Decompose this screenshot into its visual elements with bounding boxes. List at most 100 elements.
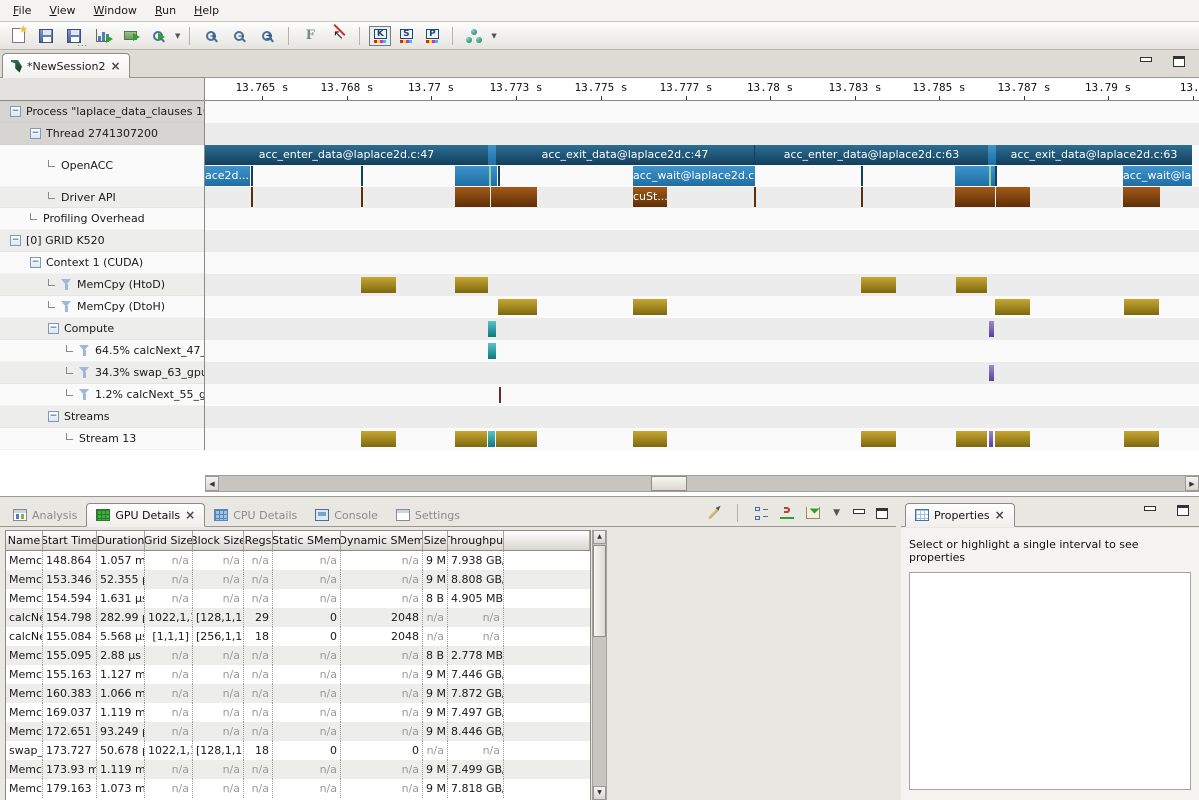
session-tab-close-icon[interactable]: × bbox=[110, 59, 120, 73]
timeline-interval[interactable]: ace2d.... bbox=[205, 166, 250, 186]
collapse-icon[interactable]: − bbox=[30, 257, 41, 268]
reset-zoom-icon[interactable]: ↖ bbox=[326, 25, 350, 47]
minimize-icon[interactable] bbox=[1143, 505, 1155, 515]
save-icon[interactable] bbox=[34, 25, 58, 47]
scroll-left-icon[interactable]: ◀ bbox=[205, 476, 219, 491]
column-header-grid-size[interactable]: Grid Size bbox=[145, 531, 193, 550]
tree-row[interactable]: −[0] GRID K520 bbox=[0, 230, 204, 252]
scroll-thumb[interactable] bbox=[593, 545, 606, 637]
timeline-interval[interactable] bbox=[361, 166, 363, 186]
menu-view[interactable]: View bbox=[40, 1, 84, 20]
tree-row[interactable]: −Context 1 (CUDA) bbox=[0, 252, 204, 274]
timeline-interval[interactable] bbox=[956, 431, 987, 447]
timeline-horizontal-scrollbar[interactable]: ◀ ▶ bbox=[205, 475, 1199, 492]
table-row[interactable]: Memcp173.93 ms1.119 msn/an/an/an/an/a9 M… bbox=[6, 760, 590, 779]
tree-row[interactable]: Driver API bbox=[0, 187, 204, 208]
minimize-icon[interactable] bbox=[852, 508, 864, 518]
process-button[interactable]: P bbox=[421, 26, 443, 46]
timeline-interval[interactable] bbox=[955, 187, 995, 207]
highlight-pencil-icon[interactable] bbox=[708, 507, 719, 518]
timeline-interval[interactable] bbox=[488, 145, 496, 165]
table-row[interactable]: Memcp169.037 ms1.119 msn/an/an/an/an/a9 … bbox=[6, 703, 590, 722]
timeline-interval[interactable] bbox=[861, 277, 896, 293]
column-header-dynamic-smem[interactable]: Dynamic SMem bbox=[341, 531, 423, 550]
timeline-interval[interactable] bbox=[488, 321, 496, 337]
timeline-interval[interactable] bbox=[455, 277, 488, 293]
table-header[interactable]: NameStart TimeDurationGrid SizeBlock Siz… bbox=[6, 531, 590, 551]
menu-run[interactable]: Run bbox=[146, 1, 185, 20]
run-zoom-caret-icon[interactable]: ▼ bbox=[175, 32, 180, 40]
timeline-interval[interactable] bbox=[955, 166, 989, 186]
timeline-interval[interactable] bbox=[861, 187, 863, 207]
timeline-interval[interactable] bbox=[989, 365, 994, 381]
properties-tab-close-icon[interactable]: × bbox=[995, 508, 1005, 522]
timeline-interval[interactable] bbox=[498, 299, 537, 315]
table-row[interactable]: Memcp179.163 ms1.073 msn/an/an/an/an/a9 … bbox=[6, 779, 590, 798]
tree-row[interactable]: Stream 13 bbox=[0, 428, 204, 450]
table-row[interactable]: Memcp154.594 ms1.631 µsn/an/an/an/an/a8 … bbox=[6, 589, 590, 608]
table-row[interactable]: Memcp172.651 ms93.249 µsn/an/an/an/an/a9… bbox=[6, 722, 590, 741]
zoom-fit-icon[interactable]: ± bbox=[255, 25, 279, 47]
column-header-duration[interactable]: Duration bbox=[97, 531, 145, 550]
tree-row[interactable]: 1.2% calcNext_55_g... bbox=[0, 384, 204, 406]
collapse-icon[interactable]: − bbox=[48, 411, 59, 422]
timeline-interval[interactable]: cuSt... bbox=[633, 187, 667, 207]
collapse-icon[interactable]: − bbox=[30, 128, 41, 139]
step-icon[interactable] bbox=[780, 507, 794, 520]
table-row[interactable]: calcNe154.798 ms282.99 µs1022,1,1][128,1… bbox=[6, 608, 590, 627]
run-details-icon[interactable] bbox=[118, 25, 142, 47]
zoom-in-icon[interactable]: + bbox=[199, 25, 223, 47]
maximize-icon[interactable] bbox=[1177, 505, 1189, 516]
column-header-block-size[interactable]: Block Size bbox=[193, 531, 244, 550]
tree-row[interactable]: OpenACC bbox=[0, 145, 204, 187]
timeline-interval[interactable] bbox=[988, 145, 996, 165]
timeline-interval[interactable] bbox=[989, 321, 994, 337]
tree-row[interactable]: −Thread 2741307200 bbox=[0, 123, 204, 145]
save-all-icon[interactable]: ... bbox=[62, 25, 86, 47]
column-header-throughput[interactable]: Throughput bbox=[448, 531, 504, 550]
timeline-interval[interactable] bbox=[488, 431, 495, 447]
tab-cpu-details[interactable]: CPU Details bbox=[205, 503, 306, 527]
timeline-interval[interactable] bbox=[633, 299, 667, 315]
table-row[interactable]: calcNe155.084 ms5.568 µs[1,1,1][256,1,1]… bbox=[6, 627, 590, 646]
tree-row[interactable]: −Process "laplace_data_clauses 10... bbox=[0, 101, 204, 123]
timeline-interval[interactable] bbox=[633, 431, 667, 447]
timeline-interval[interactable] bbox=[455, 431, 487, 447]
table-vertical-scrollbar[interactable]: ▲ ▼ bbox=[592, 530, 607, 800]
collapse-icon[interactable]: − bbox=[10, 106, 21, 117]
timeline-interval[interactable] bbox=[1124, 431, 1159, 447]
timeline-interval[interactable] bbox=[496, 431, 537, 447]
view-menu-icon[interactable]: ▼ bbox=[833, 508, 840, 518]
session-tab[interactable]: *NewSession2 × bbox=[2, 53, 130, 78]
run-zoom-icon[interactable] bbox=[146, 25, 170, 47]
timeline-interval[interactable] bbox=[498, 166, 500, 186]
tab-properties[interactable]: Properties × bbox=[905, 503, 1015, 527]
table-row[interactable]: swap_6173.727 ms50.678 µs1022,1,1][128,1… bbox=[6, 741, 590, 760]
minimize-icon[interactable] bbox=[1139, 56, 1151, 66]
layout-icon[interactable] bbox=[755, 507, 768, 520]
timeline-interval[interactable] bbox=[995, 431, 1030, 447]
timeline-interval[interactable] bbox=[956, 277, 987, 293]
timeline-interval[interactable] bbox=[989, 431, 993, 447]
menu-file[interactable]: File bbox=[4, 1, 40, 20]
maximize-icon[interactable] bbox=[876, 508, 888, 519]
timeline-interval[interactable] bbox=[361, 431, 396, 447]
timeline-interval[interactable] bbox=[996, 187, 1030, 207]
timeline-interval[interactable] bbox=[251, 187, 253, 207]
tree-row[interactable]: −Compute bbox=[0, 318, 204, 340]
analysis-tree-caret-icon[interactable]: ▼ bbox=[491, 32, 496, 40]
collapse-icon[interactable]: − bbox=[10, 235, 21, 246]
table-row[interactable]: Memcp155.163 ms1.127 msn/an/an/an/an/a9 … bbox=[6, 665, 590, 684]
scroll-right-icon[interactable]: ▶ bbox=[1185, 476, 1199, 491]
tree-row[interactable]: Profiling Overhead bbox=[0, 208, 204, 230]
timeline-interval[interactable] bbox=[455, 166, 489, 186]
column-header-static-smem[interactable]: Static SMem bbox=[273, 531, 341, 550]
tree-row[interactable]: MemCpy (DtoH) bbox=[0, 296, 204, 318]
run-analysis-icon[interactable] bbox=[90, 25, 114, 47]
menu-help[interactable]: Help bbox=[185, 1, 228, 20]
table-row[interactable]: Memcp148.864 ms1.057 msn/an/an/an/an/a9 … bbox=[6, 551, 590, 570]
timeline-interval[interactable] bbox=[861, 166, 863, 186]
timeline-interval[interactable]: acc_exit_data@laplace2d.c:63 bbox=[996, 145, 1192, 165]
column-header-name[interactable]: Name bbox=[6, 531, 43, 550]
timeline-interval[interactable] bbox=[995, 299, 1030, 315]
